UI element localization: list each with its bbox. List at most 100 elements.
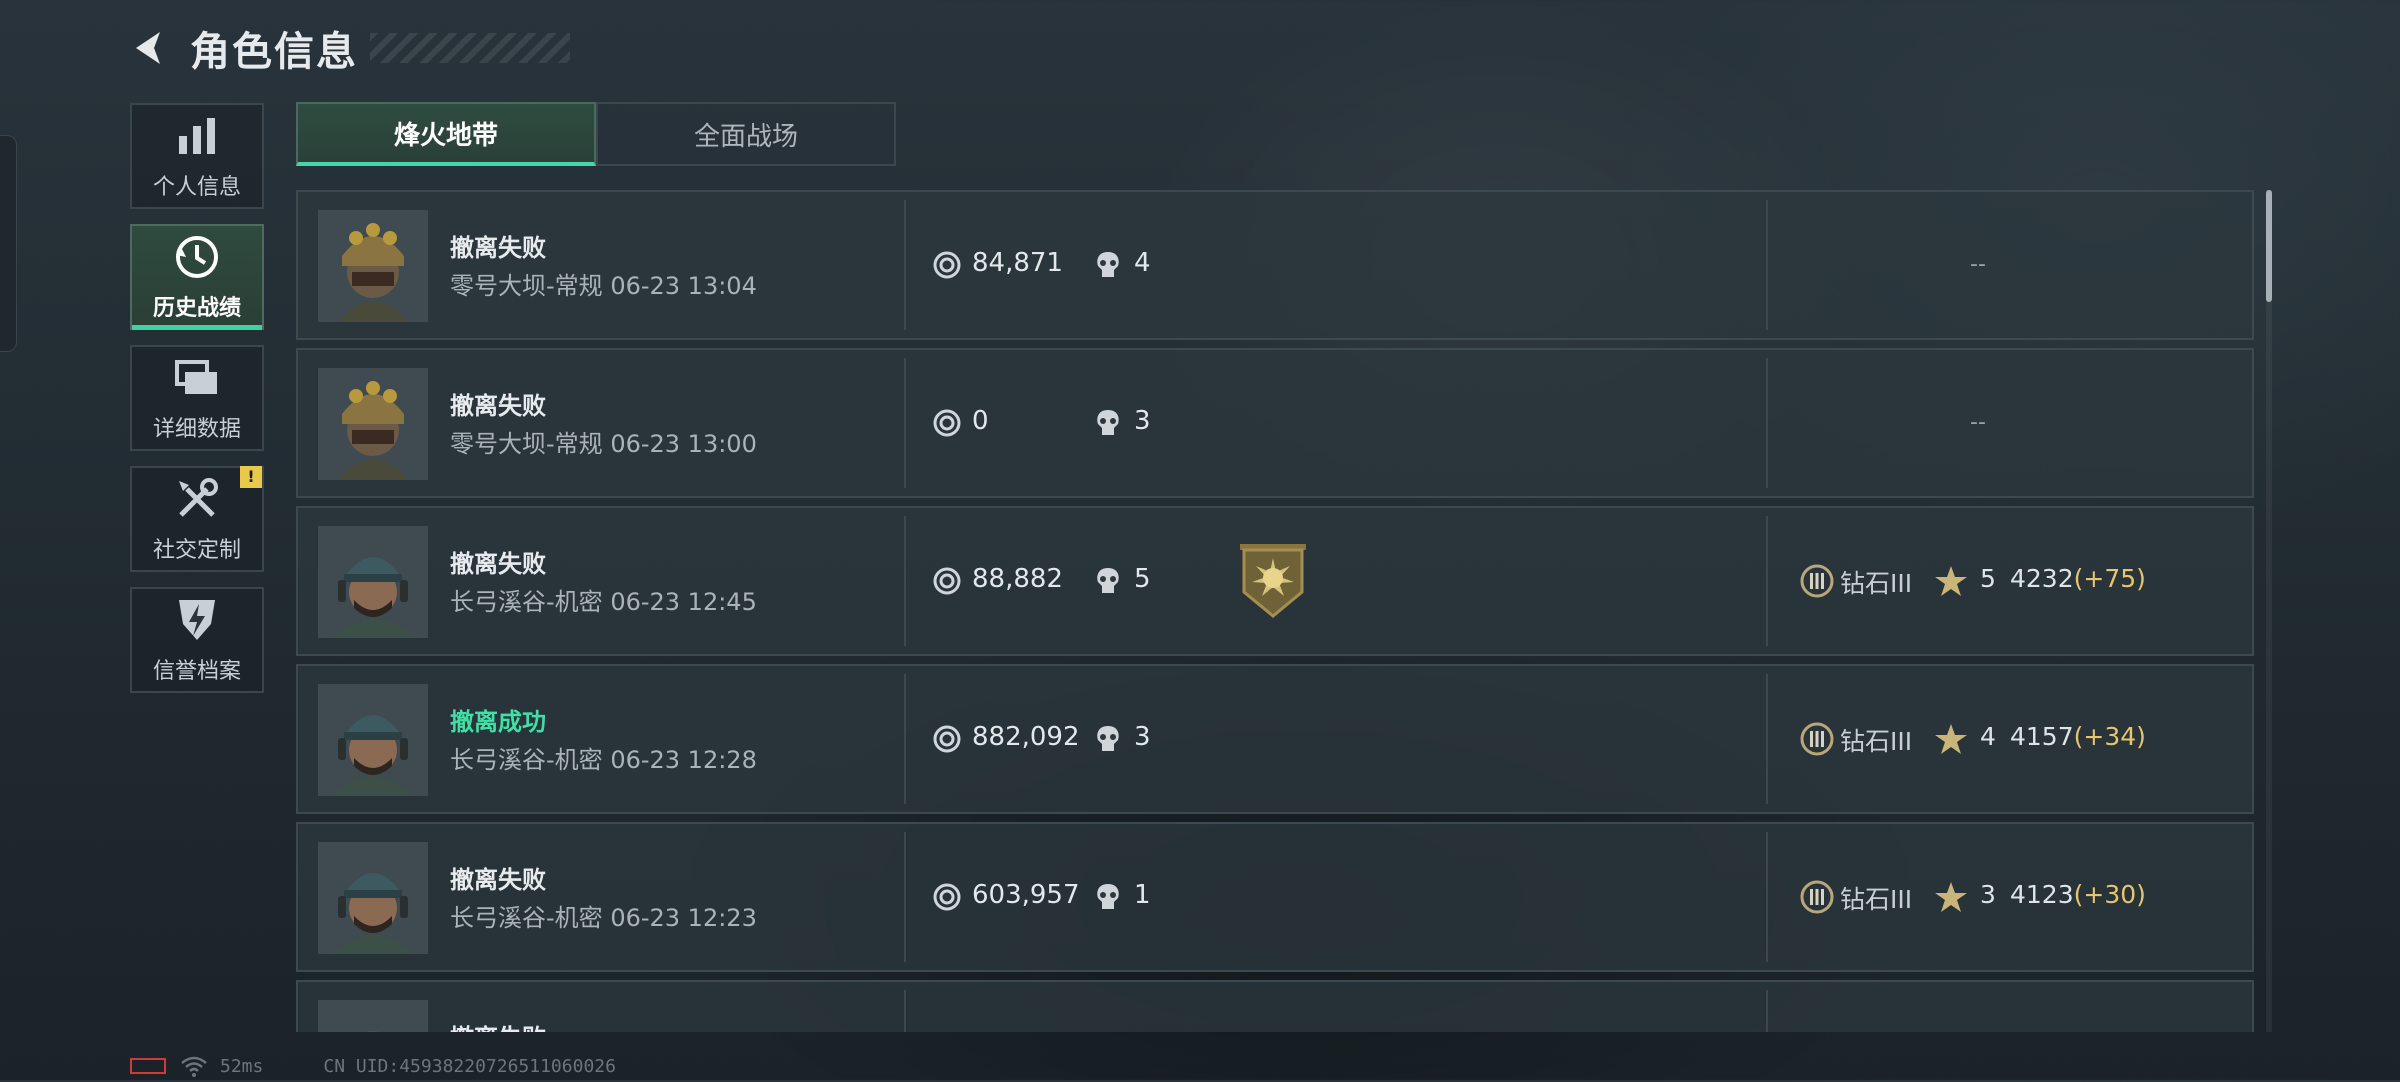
match-result: 撤离失败 xyxy=(450,1018,546,1032)
match-row[interactable]: 撤离失败 零号大坝-常规 06-23 13:04 84,871 4 -- xyxy=(296,190,2254,340)
sidebar-item-history[interactable]: 历史战绩 xyxy=(130,224,264,330)
score-delta: (+34) xyxy=(2073,722,2146,751)
operator-avatar xyxy=(318,368,428,480)
kill-count: 4 xyxy=(1134,248,1151,278)
match-info: 长弓溪谷-机密 06-23 12:28 xyxy=(450,740,757,775)
rank-diamond-icon xyxy=(1800,722,1834,756)
sidebar-item-label: 详细数据 xyxy=(152,417,241,442)
kill-count: 3 xyxy=(1134,406,1151,436)
divider xyxy=(1766,990,1768,1032)
skull-icon xyxy=(1094,408,1122,438)
divider xyxy=(904,990,906,1032)
match-history-list[interactable]: 撤离失败 零号大坝-常规 06-23 13:04 84,871 4 -- 撤离失… xyxy=(296,190,2254,1032)
match-result: 撤离成功 xyxy=(450,708,546,736)
edge-pull-tab[interactable] xyxy=(0,135,17,352)
divider xyxy=(904,516,906,646)
list-scrollbar[interactable] xyxy=(2266,190,2272,1032)
divider xyxy=(1766,832,1768,962)
match-row[interactable]: 撤离失败 xyxy=(296,980,2254,1032)
divider xyxy=(904,832,906,962)
score-delta: (+30) xyxy=(2073,880,2146,909)
coin-icon xyxy=(932,408,962,438)
divider xyxy=(904,358,906,488)
match-row[interactable]: 撤离失败 长弓溪谷-机密 06-23 12:23 603,957 1 钻石III… xyxy=(296,822,2254,972)
rank-score: 4123(+30) xyxy=(2010,880,2146,909)
star-icon xyxy=(1934,880,1968,914)
rank-stars: 5 xyxy=(1980,564,1996,593)
tab-full-battlefield[interactable]: 全面战场 xyxy=(596,102,896,166)
battery-icon xyxy=(130,1058,166,1074)
uid-text: CN UID:45938220726511060026 xyxy=(323,1055,616,1077)
coin-icon xyxy=(932,724,962,754)
match-time: 06-23 12:45 xyxy=(610,588,757,616)
sidebar-item-social[interactable]: ! 社交定制 xyxy=(130,466,264,572)
match-info: 零号大坝-常规 06-23 13:04 xyxy=(450,266,757,301)
match-info: 零号大坝-常规 06-23 13:00 xyxy=(450,424,757,459)
rank-empty: -- xyxy=(1970,252,1986,277)
skull-icon xyxy=(1094,250,1122,280)
score-value: 4157 xyxy=(2010,722,2074,751)
tools-icon xyxy=(172,474,222,524)
rank-name: 钻石III xyxy=(1840,727,1913,756)
match-row[interactable]: 撤离成功 长弓溪谷-机密 06-23 12:28 882,092 3 钻石III… xyxy=(296,664,2254,814)
loot-value: 84,871 xyxy=(972,248,1063,278)
status-bar: 52ms CN UID:45938220726511060026 xyxy=(130,1054,616,1078)
match-info: 长弓溪谷-机密 06-23 12:23 xyxy=(450,898,757,933)
folders-icon xyxy=(172,353,222,403)
coin-icon xyxy=(932,882,962,912)
sidebar-item-reputation[interactable]: 信誉档案 xyxy=(130,587,264,693)
loot-value: 0 xyxy=(972,406,989,436)
match-map: 长弓溪谷-机密 xyxy=(450,904,603,932)
page-title: 角色信息 xyxy=(190,29,358,75)
loot-value: 882,092 xyxy=(972,722,1080,752)
rank-score: 4232(+75) xyxy=(2010,564,2146,593)
title-decoration xyxy=(370,33,570,63)
tab-warfare-zone[interactable]: 烽火地带 xyxy=(296,102,596,166)
divider xyxy=(1766,358,1768,488)
loot-value: 603,957 xyxy=(972,880,1080,910)
sidebar-item-label: 社交定制 xyxy=(152,538,241,563)
match-time: 06-23 13:04 xyxy=(610,272,757,300)
score-delta: (+75) xyxy=(2073,564,2146,593)
rank-score: 4157(+34) xyxy=(2010,722,2146,751)
sidebar-item-label: 历史战绩 xyxy=(152,296,241,321)
shield-bolt-icon xyxy=(172,595,222,645)
star-icon xyxy=(1934,564,1968,598)
wifi-icon xyxy=(180,1055,208,1077)
score-value: 4232 xyxy=(2010,564,2074,593)
match-result: 撤离失败 xyxy=(450,550,546,578)
sidebar-item-detailed-data[interactable]: 详细数据 xyxy=(130,345,264,451)
rank-stars: 3 xyxy=(1980,880,1996,909)
loot-value: 88,882 xyxy=(972,564,1063,594)
match-result: 撤离失败 xyxy=(450,234,546,262)
match-row[interactable]: 撤离失败 长弓溪谷-机密 06-23 12:45 88,882 5 钻石III … xyxy=(296,506,2254,656)
match-time: 06-23 12:23 xyxy=(610,904,757,932)
ping-text: 52ms xyxy=(220,1055,264,1077)
mode-tabs: 烽火地带 全面战场 xyxy=(296,102,896,166)
bar-chart-icon xyxy=(172,111,222,161)
back-arrow-icon[interactable] xyxy=(128,26,172,70)
sidebar: 个人信息 历史战绩 详细数据 ! 社交定制 信誉档案 xyxy=(130,103,266,708)
match-result: 撤离失败 xyxy=(450,392,546,420)
medal-icon[interactable] xyxy=(1238,542,1308,618)
match-info: 长弓溪谷-机密 06-23 12:45 xyxy=(450,582,757,617)
operator-avatar xyxy=(318,684,428,796)
star-icon xyxy=(1934,722,1968,756)
page-header: 角色信息 xyxy=(128,18,570,78)
match-row[interactable]: 撤离失败 零号大坝-常规 06-23 13:00 0 3 -- xyxy=(296,348,2254,498)
kill-count: 5 xyxy=(1134,564,1151,594)
coin-icon xyxy=(932,566,962,596)
operator-avatar xyxy=(318,210,428,322)
skull-icon xyxy=(1094,566,1122,596)
coin-icon xyxy=(932,250,962,280)
sidebar-item-personal-info[interactable]: 个人信息 xyxy=(130,103,264,209)
match-map: 长弓溪谷-机密 xyxy=(450,588,603,616)
notification-badge: ! xyxy=(240,466,262,488)
operator-avatar xyxy=(318,526,428,638)
divider xyxy=(1766,516,1768,646)
scroll-thumb[interactable] xyxy=(2266,190,2272,302)
match-time: 06-23 12:28 xyxy=(610,746,757,774)
kill-count: 3 xyxy=(1134,722,1151,752)
rank-empty: -- xyxy=(1970,410,1986,435)
match-time: 06-23 13:00 xyxy=(610,430,757,458)
